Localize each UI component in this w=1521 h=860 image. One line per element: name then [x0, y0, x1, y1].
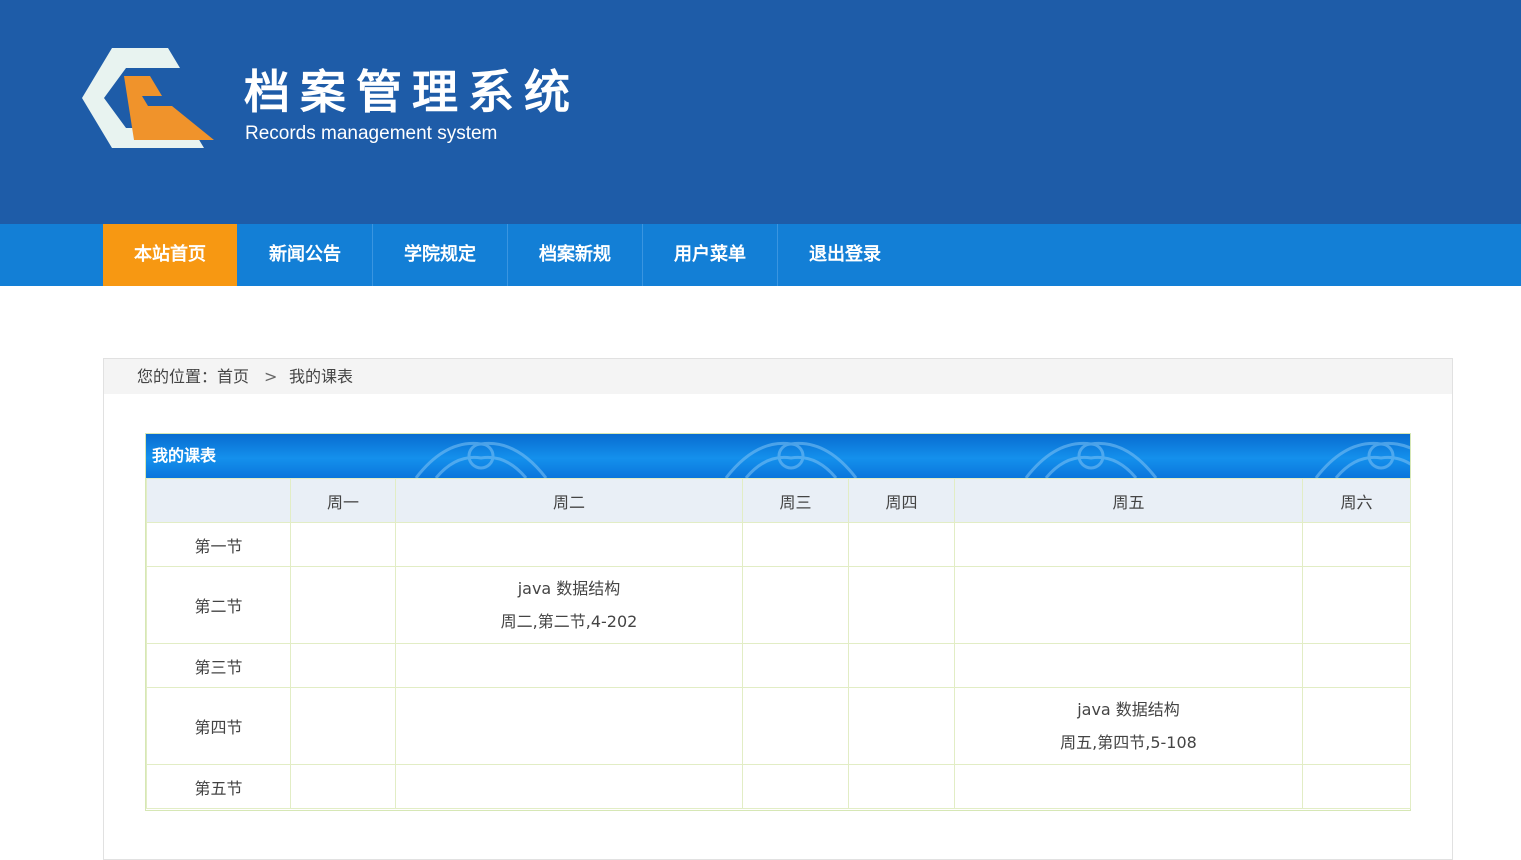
logo-icon	[82, 48, 214, 148]
schedule-header: 我的课表	[146, 434, 1410, 478]
schedule-cell	[1302, 643, 1411, 688]
nav-news[interactable]: 新闻公告	[238, 224, 373, 286]
day-header: 周二	[395, 478, 743, 523]
schedule-cell	[395, 687, 743, 765]
schedule-cell	[742, 764, 849, 809]
period-row: 第四节 java 数据结构 周五,第四节,5-108	[146, 687, 1411, 765]
schedule-table: 我的课表 周一 周二 周三 周四 周五 周六 第一节 第二节 java 数据结构…	[145, 433, 1411, 811]
ornament-icon	[414, 441, 548, 478]
main-nav: 本站首页 新闻公告 学院规定 档案新规 用户菜单 退出登录	[0, 224, 1521, 286]
schedule-cell	[1302, 764, 1411, 809]
day-header: 周五	[954, 478, 1303, 523]
course-cell: java 数据结构 周二,第二节,4-202	[395, 566, 743, 644]
period-label: 第一节	[146, 522, 291, 567]
course-info: 周五,第四节,5-108	[1060, 733, 1197, 752]
day-header: 周三	[742, 478, 849, 523]
breadcrumb-current: 我的课表	[289, 367, 354, 386]
schedule-cell	[290, 522, 396, 567]
schedule-cell	[742, 566, 849, 644]
course-cell: java 数据结构 周五,第四节,5-108	[954, 687, 1303, 765]
period-row: 第一节	[146, 522, 1411, 567]
period-label: 第四节	[146, 687, 291, 765]
nav-logout[interactable]: 退出登录	[778, 224, 912, 286]
nav-home[interactable]: 本站首页	[103, 224, 237, 286]
site-title: 档案管理系统	[244, 65, 580, 119]
nav-user-menu[interactable]: 用户菜单	[643, 224, 778, 286]
content-panel: 您的位置： 首页 > 我的课表 我的课表 周一 周二 周三 周四 周五 周六 第…	[103, 358, 1453, 860]
day-header-row: 周一 周二 周三 周四 周五 周六	[146, 478, 1411, 523]
day-header: 周四	[848, 478, 955, 523]
nav-college-rules[interactable]: 学院规定	[373, 224, 508, 286]
course-name: java 数据结构	[517, 579, 621, 598]
schedule-cell	[848, 687, 955, 765]
site-subtitle: Records management system	[245, 123, 498, 144]
schedule-cell	[954, 522, 1303, 567]
schedule-cell	[848, 522, 955, 567]
schedule-cell	[848, 643, 955, 688]
ornament-icon	[1314, 441, 1410, 478]
schedule-cell	[290, 566, 396, 644]
nav-archive-rules[interactable]: 档案新规	[508, 224, 643, 286]
day-header: 周一	[290, 478, 396, 523]
schedule-cell	[848, 764, 955, 809]
schedule-cell	[1302, 522, 1411, 567]
schedule-title: 我的课表	[152, 446, 217, 465]
schedule-cell	[395, 522, 743, 567]
period-label: 第五节	[146, 764, 291, 809]
day-header: 周六	[1302, 478, 1411, 523]
ornament-icon	[1024, 441, 1158, 478]
course-name: java 数据结构	[1077, 700, 1180, 719]
schedule-cell	[742, 687, 849, 765]
schedule-cell	[290, 643, 396, 688]
schedule-cell	[954, 643, 1303, 688]
breadcrumb-separator-icon: >	[264, 367, 278, 386]
schedule-cell	[848, 566, 955, 644]
period-label: 第三节	[146, 643, 291, 688]
period-row: 第三节	[146, 643, 1411, 688]
period-row: 第五节	[146, 764, 1411, 809]
breadcrumb: 您的位置： 首页 > 我的课表	[104, 359, 1452, 394]
schedule-cell	[742, 522, 849, 567]
schedule-cell	[742, 643, 849, 688]
schedule-cell	[290, 764, 396, 809]
schedule-cell	[954, 566, 1303, 644]
schedule-cell	[954, 764, 1303, 809]
ornament-icon	[724, 441, 858, 478]
breadcrumb-home-link[interactable]: 首页	[217, 359, 249, 394]
schedule-cell	[395, 764, 743, 809]
schedule-cell	[395, 643, 743, 688]
course-info: 周二,第二节,4-202	[500, 612, 638, 631]
schedule-grid: 周一 周二 周三 周四 周五 周六 第一节 第二节 java 数据结构 周二,第…	[146, 478, 1411, 809]
breadcrumb-prefix: 您的位置：	[137, 367, 218, 386]
corner-cell	[146, 478, 291, 523]
site-header: 档案管理系统 Records management system	[0, 0, 1521, 224]
schedule-cell	[290, 687, 396, 765]
period-row: 第二节 java 数据结构 周二,第二节,4-202	[146, 566, 1411, 644]
schedule-cell	[1302, 566, 1411, 644]
schedule-cell	[1302, 687, 1411, 765]
period-label: 第二节	[146, 566, 291, 644]
